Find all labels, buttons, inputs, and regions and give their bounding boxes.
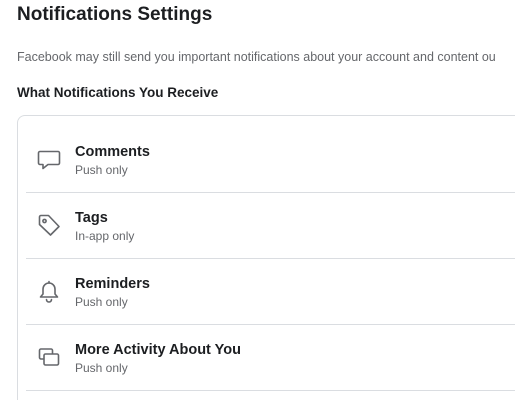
notification-item-status: Push only bbox=[75, 361, 128, 375]
notification-item-status: Push only bbox=[75, 163, 128, 177]
notification-item-tags[interactable]: Tags In-app only bbox=[26, 192, 515, 259]
bell-icon bbox=[36, 278, 62, 304]
notification-item-comments[interactable]: Comments Push only bbox=[26, 126, 515, 193]
notification-item-label: Comments bbox=[75, 144, 150, 160]
comment-icon bbox=[36, 146, 62, 172]
notification-types-list: Comments Push only Tags In-app only Remi… bbox=[17, 115, 515, 400]
tag-icon bbox=[36, 212, 62, 238]
page-title: Notifications Settings bbox=[17, 4, 213, 25]
notification-item-more-activity[interactable]: More Activity About You Push only bbox=[26, 324, 515, 391]
notification-item-label: Reminders bbox=[75, 276, 150, 292]
notification-item-reminders[interactable]: Reminders Push only bbox=[26, 258, 515, 325]
notification-item-label: Tags bbox=[75, 210, 108, 226]
activity-icon bbox=[36, 344, 62, 370]
notification-item-status: In-app only bbox=[75, 229, 135, 243]
notifications-settings-page: Notifications Settings Facebook may stil… bbox=[0, 0, 515, 400]
page-description: Facebook may still send you important no… bbox=[17, 50, 496, 64]
section-heading: What Notifications You Receive bbox=[17, 85, 219, 100]
notification-item-label: More Activity About You bbox=[75, 342, 241, 358]
notification-item-status: Push only bbox=[75, 295, 128, 309]
